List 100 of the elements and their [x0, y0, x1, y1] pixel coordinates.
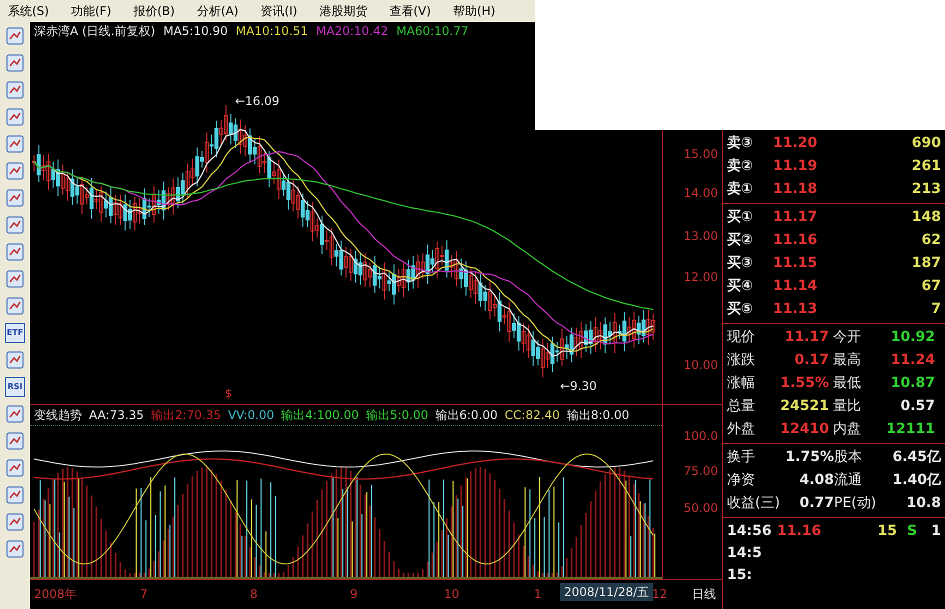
- order-level-label: 买⑤: [727, 300, 754, 319]
- axis-tick-label: 7: [140, 586, 148, 603]
- order-volume: 187: [910, 254, 941, 273]
- axis-tick-label: 12.00: [684, 269, 718, 286]
- legend-item: 变线趋势: [34, 407, 82, 424]
- order-level-label: 卖①: [727, 180, 754, 199]
- quote-label: 净资: [727, 471, 756, 490]
- quote-value: 12410: [779, 420, 830, 439]
- order-price: 11.17: [773, 208, 818, 227]
- order-price: 11.18: [773, 180, 818, 199]
- tick-volume: 15: [876, 522, 897, 540]
- legend-item: CC:82.40: [504, 407, 560, 424]
- quote-label: 最低: [833, 374, 862, 393]
- quote-label: 涨幅: [727, 374, 756, 393]
- quote-value: 11.24: [890, 351, 936, 370]
- axis-tick-label: 10: [444, 586, 460, 603]
- quote-value: 0.77: [798, 494, 834, 513]
- menu-item[interactable]: 报价(B): [133, 2, 175, 20]
- menu-item[interactable]: 功能(F): [70, 2, 112, 20]
- tick-time: 14:56: [727, 522, 773, 540]
- quote-value: 4.08: [798, 471, 834, 490]
- legend-item: MA20:10.42: [316, 23, 388, 40]
- tick-time: 14:5: [727, 544, 763, 562]
- quote-label: 股本: [834, 448, 863, 467]
- menu-item[interactable]: 分析(A): [196, 2, 238, 20]
- quote-value: 11.17: [784, 328, 830, 347]
- axis-tick-label: 13.00: [684, 228, 718, 245]
- period-label: 日线: [692, 586, 716, 603]
- signal-marker: $: [225, 386, 232, 402]
- axis-tick-label: 10.00: [684, 357, 718, 374]
- axis-tick-label: 9: [350, 586, 358, 603]
- price-annotation: ←9.30: [560, 378, 597, 395]
- tick-side: S: [906, 522, 918, 540]
- order-level-label: 买①: [727, 208, 754, 227]
- menu-item[interactable]: 港股期货: [319, 2, 368, 20]
- quote-value: 12111: [885, 420, 936, 439]
- legend-item: 输出6:0.00: [435, 407, 498, 424]
- order-level-label: 买②: [727, 231, 754, 250]
- order-price: 11.19: [773, 157, 818, 176]
- axis-tick-label: 1: [534, 586, 542, 603]
- axis-tick-label: 8: [250, 586, 258, 603]
- legend-item: AA:73.35: [89, 407, 144, 424]
- axis-tick-label: 100.0: [684, 428, 718, 445]
- order-price: 11.13: [773, 300, 818, 319]
- order-level-label: 买③: [727, 254, 754, 273]
- legend-item: 输出5:0.00: [366, 407, 428, 424]
- quote-value: 10.92: [890, 328, 936, 347]
- quote-label: 总量: [727, 397, 756, 416]
- line-chart-icon[interactable]: [5, 80, 25, 100]
- order-level-label: 买④: [727, 277, 754, 296]
- quote-label: 最高: [833, 351, 862, 370]
- quote-value: 10.8: [905, 494, 941, 513]
- quote-label: 内盘: [833, 420, 862, 439]
- price-annotation: ←16.09: [235, 93, 280, 110]
- axis-tick-label: 50.00: [684, 500, 718, 517]
- tick-price: 11.16: [777, 522, 822, 540]
- quote-value: 10.87: [890, 374, 936, 393]
- quote-label: 收益(三): [727, 494, 781, 513]
- tick-time: 15:: [727, 566, 754, 584]
- toolbar-button[interactable]: RSI: [5, 377, 25, 397]
- toolbar-button[interactable]: ETF: [5, 323, 25, 343]
- legend-item: 输出8:0.00: [566, 407, 630, 424]
- legend-item: MA60:10.77: [396, 23, 468, 40]
- quote-label: 流通: [834, 471, 863, 490]
- quote-label: 换手: [727, 448, 756, 467]
- order-price: 11.16: [773, 231, 818, 250]
- legend-item: MA5:10.90: [163, 23, 228, 40]
- quote-value: 0.17: [793, 351, 830, 370]
- menu-item[interactable]: 系统(S): [8, 2, 49, 20]
- quote-value: 1.55%: [779, 374, 830, 393]
- menu-item[interactable]: 资讯(I): [260, 2, 298, 20]
- order-volume: 67: [920, 277, 941, 296]
- quote-label: 量比: [833, 397, 862, 416]
- axis-tick-label: 15.00: [684, 146, 718, 163]
- order-level-label: 卖②: [727, 157, 754, 176]
- order-price: 11.15: [773, 254, 818, 273]
- chart-title: 深赤湾A (日线.前复权): [34, 23, 156, 40]
- quote-label: PE(动): [834, 494, 878, 513]
- quote-label: 今开: [833, 328, 862, 347]
- menu-item[interactable]: 查看(V): [389, 2, 431, 20]
- axis-tick-label: 75.00: [684, 463, 718, 480]
- legend-item: 输出4:100.00: [281, 407, 359, 424]
- quote-label: 现价: [727, 328, 756, 347]
- quote-label: 外盘: [727, 420, 756, 439]
- quote-value: 24521: [779, 397, 830, 416]
- order-volume: 62: [920, 231, 941, 250]
- tick-count: 1: [930, 522, 941, 540]
- order-volume: 7: [930, 300, 941, 319]
- axis-tick-label: 14.00: [684, 185, 718, 202]
- order-level-label: 卖③: [727, 134, 754, 153]
- order-price: 11.20: [773, 134, 818, 153]
- quote-value: 6.45亿: [891, 448, 941, 467]
- cursor-date-label: 2008/11/28/五: [560, 583, 654, 601]
- menu-item[interactable]: 帮助(H): [452, 2, 496, 20]
- quote-label: 涨跌: [727, 351, 756, 370]
- axis-tick-label: 12: [652, 586, 668, 603]
- legend-item: 输出2:70.35: [150, 407, 221, 424]
- order-volume: 213: [910, 180, 941, 199]
- order-volume: 148: [910, 208, 941, 227]
- quote-value: 1.40亿: [891, 471, 941, 490]
